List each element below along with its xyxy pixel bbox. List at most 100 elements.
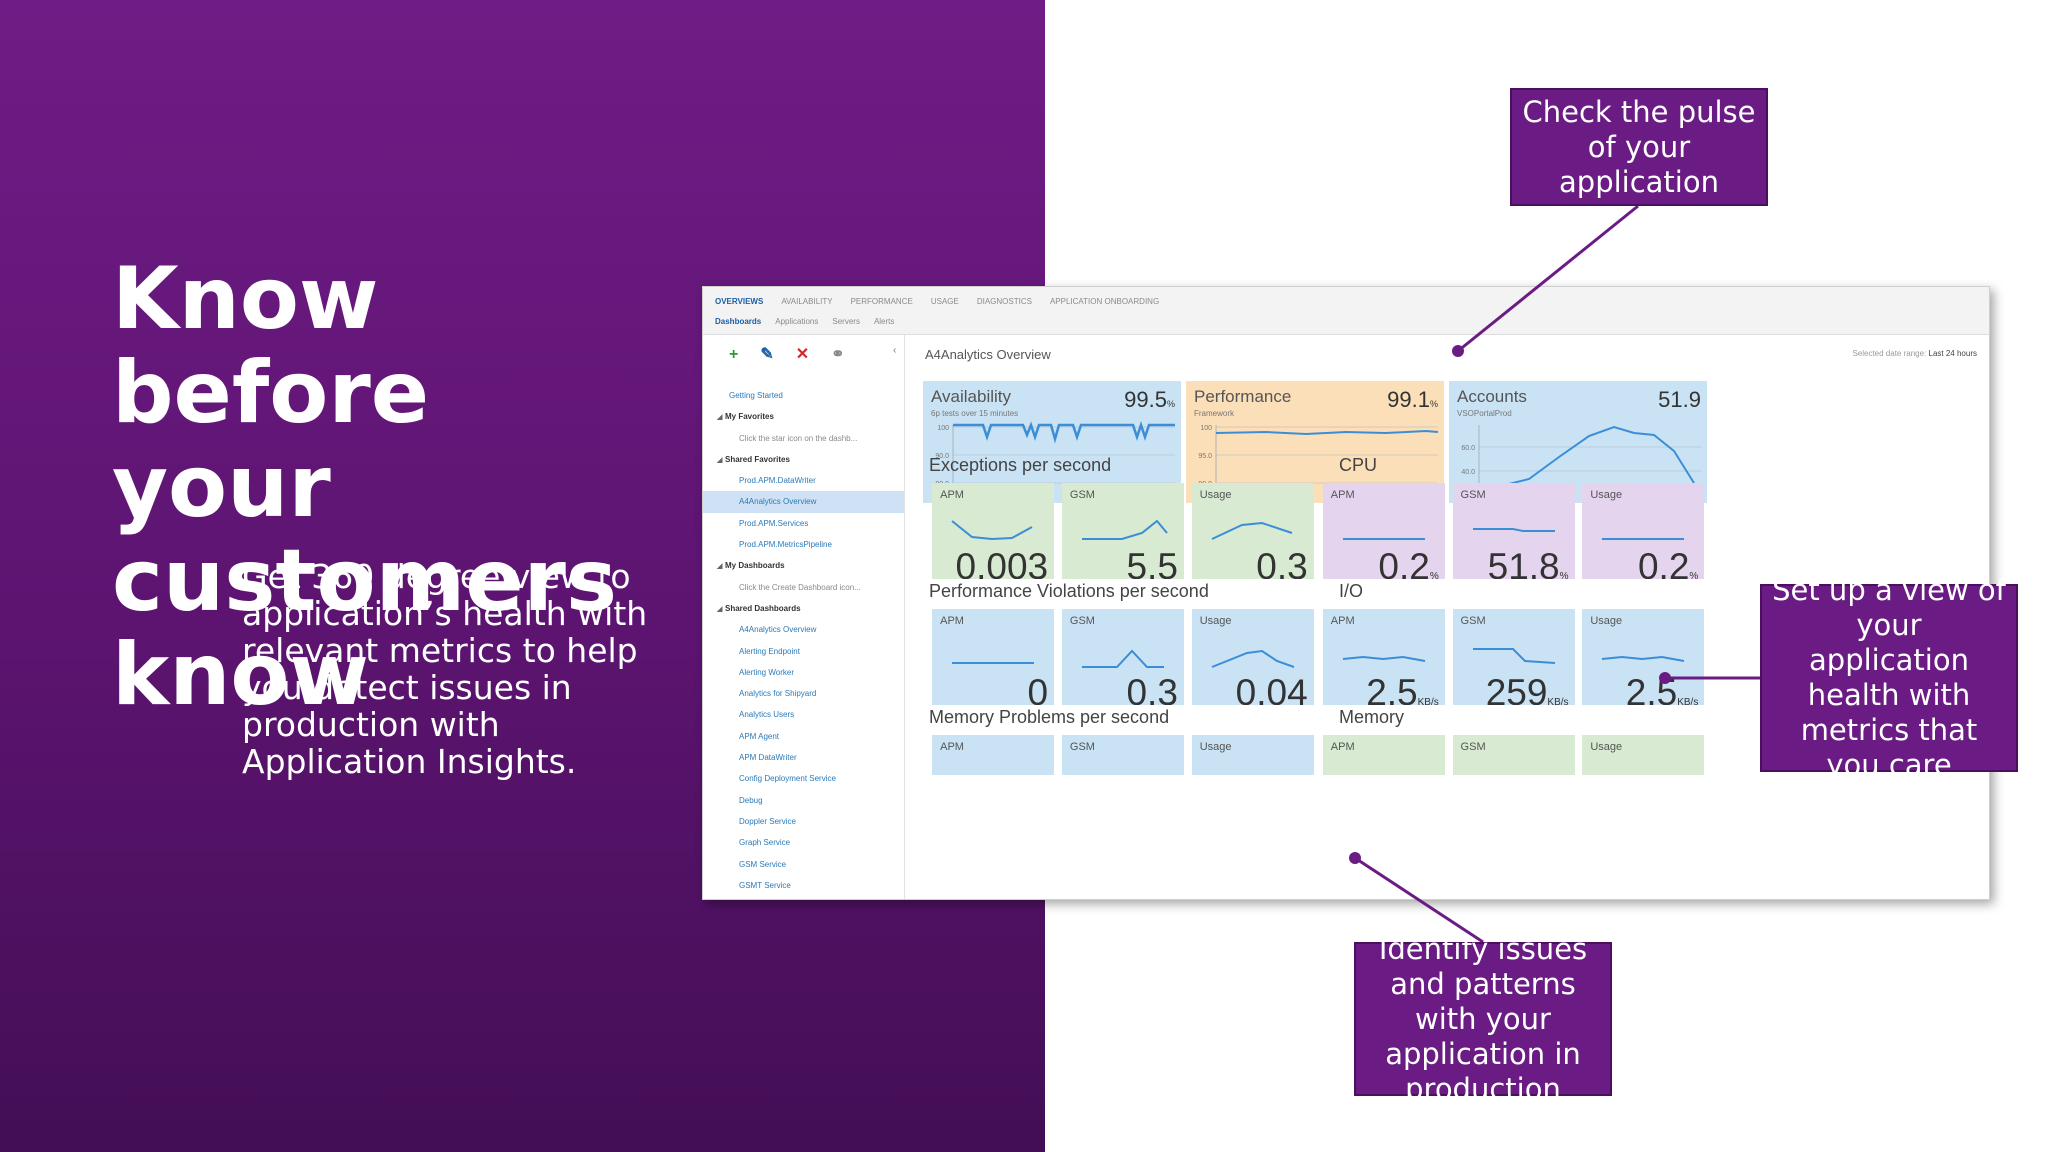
small-metric-tile[interactable]: GSM 5.5 (1061, 483, 1184, 580)
tree-item-label: Analytics for Shipyard (739, 689, 817, 699)
small-tile-value: 2.5KB/s (1366, 673, 1439, 706)
nav-subtab[interactable]: Servers (832, 317, 860, 326)
tree-item[interactable]: A4Analytics Overview (703, 491, 904, 513)
edit-icon[interactable]: ✎ (760, 347, 773, 363)
caret-down-icon: ◢ (717, 605, 723, 613)
small-tile-value-number: 0.2 (1378, 546, 1430, 580)
small-tile-value: 0.003 (956, 547, 1049, 580)
dashboard-tree: Getting Started ◢ My Favorites Click the st… (703, 385, 904, 896)
trend-line (1478, 425, 1695, 486)
small-metric-tile[interactable]: APM 0.2% (1322, 483, 1445, 580)
link-icon[interactable]: ⚭ (831, 347, 844, 363)
small-tile-label: APM (1330, 489, 1355, 501)
small-metric-tile[interactable]: Usage 0.04 (1191, 609, 1314, 706)
delete-icon[interactable]: ✕ (796, 347, 809, 363)
tree-item[interactable]: APM Agent (703, 726, 904, 747)
small-metric-tile[interactable]: APM (932, 735, 1055, 775)
slide-subtext: Get 360 degree view to application’s hea… (242, 557, 648, 781)
tree-item[interactable]: Alerting Endpoint (703, 641, 904, 662)
tree-item[interactable]: Prod.APM.Services (703, 513, 904, 534)
tile-value: 51.9 (1658, 387, 1701, 413)
tree-item[interactable]: ◢ My Dashboards (703, 555, 904, 576)
tree-item[interactable]: Prod.APM.DataWriter (703, 470, 904, 491)
tree-item[interactable]: GSMT Service (703, 875, 904, 896)
tile-subtitle: 6p tests over 15 minutes (931, 409, 1019, 418)
small-tile-value-unit: KB/s (1417, 697, 1439, 705)
collapse-icon[interactable]: ‹ (893, 345, 896, 356)
section-label-2-left: Memory Problems per second (929, 707, 1170, 727)
small-metric-tile[interactable]: Usage 0.3 (1191, 483, 1314, 579)
small-metric-tile[interactable]: APM (1322, 735, 1445, 775)
small-metric-tile[interactable]: Usage (1191, 735, 1314, 775)
small-tile-value-number: 0 (1027, 672, 1049, 706)
date-range-value: Last 24 hours (1928, 349, 1977, 358)
small-tile-label: APM (1330, 741, 1355, 753)
small-metric-tile[interactable]: APM 0.003 (932, 483, 1055, 580)
nav-tab[interactable]: OVERVIEWS (715, 297, 763, 306)
small-tile-label: APM (940, 489, 964, 501)
small-tile-value-number: 51.8 (1487, 546, 1560, 580)
tree-item-label: Shared Favorites (725, 454, 790, 464)
date-range[interactable]: Selected date range: Last 24 hours (1852, 349, 1977, 358)
small-metric-tile[interactable]: GSM 0.3 (1061, 609, 1184, 705)
tree-item-label: APM DataWriter (739, 753, 797, 763)
tree-item[interactable]: Graph Service (703, 832, 904, 853)
tree-item[interactable]: GSM Service (703, 854, 904, 875)
tree-item[interactable]: Alerting Worker (703, 662, 904, 683)
small-tile-value-unit: % (1689, 571, 1699, 579)
top-nav: OVERVIEWS AVAILABILITY PERFORMANCE USAGE DIA… (703, 287, 1989, 335)
small-tile-value: 0 (1027, 672, 1049, 706)
small-metric-tile[interactable]: GSM (1452, 735, 1575, 775)
small-metric-tile[interactable]: APM 2.5KB/s (1322, 609, 1445, 706)
small-metric-tile[interactable]: GSM 259KB/s (1452, 609, 1575, 705)
tree-item-label: My Dashboards (725, 561, 785, 571)
tile-subtitle: VSOPortalProd (1457, 409, 1512, 418)
small-tile-value-unit: % (1559, 571, 1569, 579)
small-tile-value-unit: % (1429, 571, 1439, 579)
small-tile-label: GSM (1069, 615, 1095, 627)
small-tile-value-number: 0.04 (1235, 672, 1308, 706)
small-tile-value: 51.8% (1487, 546, 1569, 580)
small-tile-value: 2.5KB/s (1626, 673, 1699, 706)
small-metric-tile[interactable]: Usage (1582, 735, 1705, 775)
small-tile-label: APM (1330, 615, 1355, 627)
tree-item[interactable]: Doppler Service (703, 811, 904, 832)
small-metric-tile[interactable]: APM 0 (932, 609, 1055, 706)
tile-subtitle: Framework (1194, 409, 1235, 418)
tree-item[interactable]: ◢ My Favorites (703, 406, 904, 427)
tree-item-label: Click the star icon on the dashb... (739, 433, 858, 443)
small-tile-label: GSM (1460, 489, 1486, 501)
nav-tab[interactable]: APPLICATION ONBOARDING (1050, 297, 1159, 306)
small-tile-label: GSM (1069, 741, 1095, 753)
nav-tab[interactable]: PERFORMANCE (851, 297, 913, 306)
tree-item[interactable]: Getting Started (703, 385, 904, 406)
tile-value-unit: % (1166, 399, 1175, 409)
nav-subtab[interactable]: Dashboards (715, 317, 761, 326)
tree-item-label: Click the Create Dashboard icon... (739, 582, 861, 592)
nav-subtab[interactable]: Applications (775, 317, 818, 326)
add-icon[interactable]: + (729, 347, 738, 363)
small-tile-value: 5.5 (1126, 547, 1177, 580)
tree-item[interactable]: ◢ Shared Dashboards (703, 598, 904, 619)
small-metric-tile[interactable]: GSM 51.8% (1452, 483, 1575, 580)
tree-item[interactable]: ◢ Shared Favorites (703, 449, 904, 470)
tree-item[interactable]: Debug (703, 790, 904, 811)
tree-item-label: A4Analytics Overview (739, 497, 817, 507)
small-metric-tile[interactable]: Usage 2.5KB/s (1582, 609, 1705, 706)
tree-item-label: Shared Dashboards (725, 603, 801, 613)
nav-tab[interactable]: AVAILABILITY (781, 297, 832, 306)
tree-item[interactable]: Analytics Users (703, 704, 904, 725)
small-tile-label: Usage (1590, 615, 1623, 627)
tree-item[interactable]: Prod.APM.MetricsPipeline (703, 534, 904, 555)
nav-tab[interactable]: USAGE (931, 297, 959, 306)
nav-subtab[interactable]: Alerts (874, 317, 894, 326)
tile-value: 99.5% (1124, 387, 1175, 413)
small-metric-tile[interactable]: Usage 0.2% (1582, 483, 1705, 579)
tree-item[interactable]: Analytics for Shipyard (703, 683, 904, 704)
tree-item[interactable]: Config Deployment Service (703, 768, 904, 789)
nav-tab[interactable]: DIAGNOSTICS (977, 297, 1032, 306)
tree-item[interactable]: A4Analytics Overview (703, 619, 904, 640)
small-metric-tile[interactable]: GSM (1061, 735, 1184, 775)
tile-value-number: 99.1 (1387, 387, 1430, 412)
tree-item[interactable]: APM DataWriter (703, 747, 904, 768)
